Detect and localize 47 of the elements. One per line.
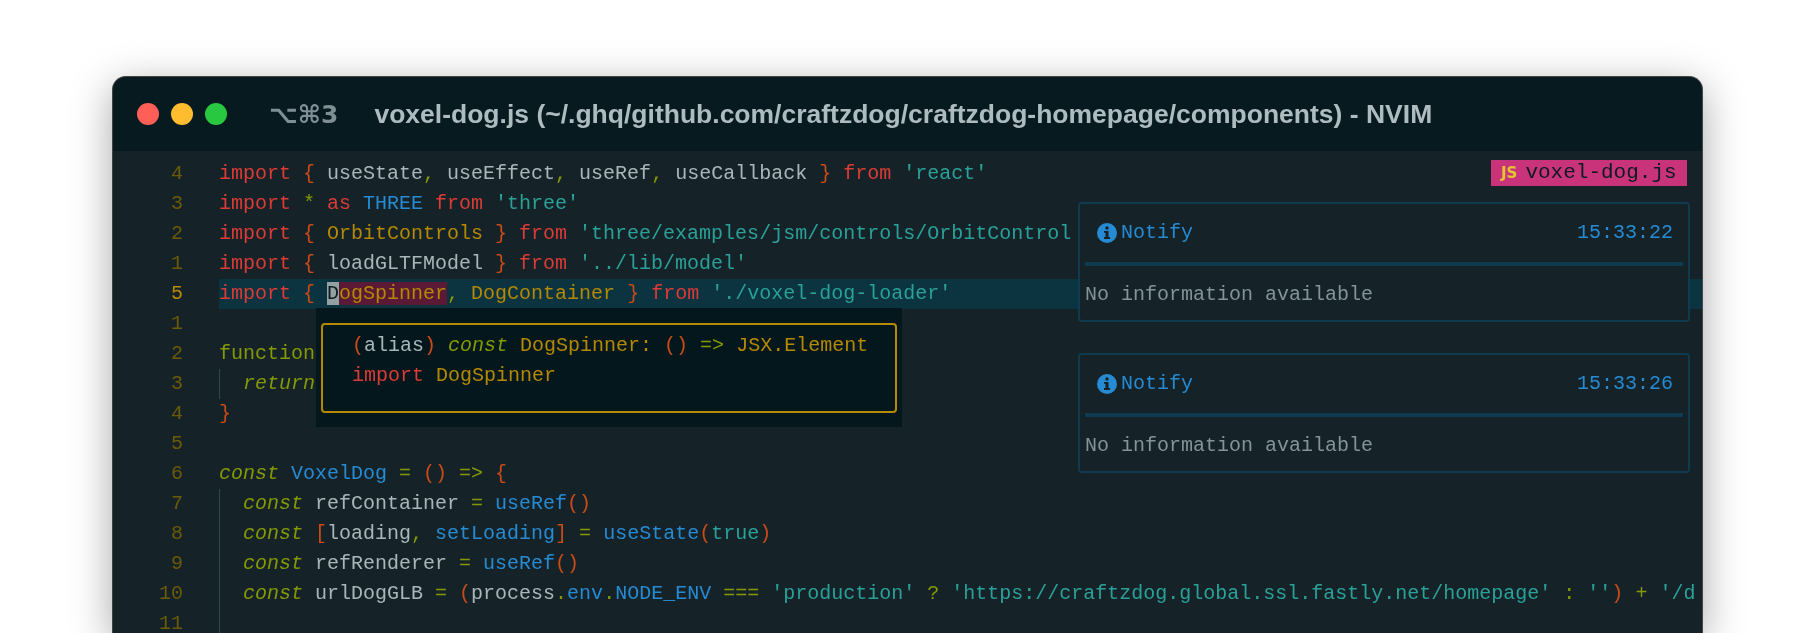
notification-title: Notify — [1121, 220, 1193, 246]
notification-time: 15:33:26 — [1577, 371, 1673, 397]
line-number: 9 — [170, 551, 183, 577]
line-number: 5 — [170, 281, 183, 307]
line-number: 3 — [170, 371, 183, 397]
code-line: const urlDogGLB = (process.env.NODE_ENV === 'production' ? 'https://craftzdog.global.ssl.fastly.net/homepage' : '') + '/d — [243, 581, 1696, 607]
code-line: const [loading, setLoading] = useState(true) — [243, 521, 772, 547]
notification-time: 15:33:22 — [1577, 220, 1673, 246]
line-number: 6 — [170, 461, 183, 487]
code-line: import * as THREE from 'three' — [219, 191, 580, 217]
code-line: const VoxelDog = () => { — [219, 461, 508, 487]
info-icon — [1097, 223, 1117, 243]
line-number: 10 — [158, 581, 183, 607]
line-number: 3 — [170, 191, 183, 217]
close-button[interactable] — [137, 103, 159, 125]
code-line: import { useState, useEffect, useRef, useCallback } from 'react' — [219, 161, 988, 187]
hover-line: import DogSpinner — [352, 363, 558, 389]
file-tab[interactable]: JS voxel-dog.js — [1491, 160, 1687, 186]
line-number: 1 — [170, 311, 183, 337]
line-number: 11 — [158, 611, 183, 633]
line-number: 5 — [170, 431, 183, 457]
notification-title: Notify — [1121, 371, 1193, 397]
line-number: 7 — [170, 491, 183, 517]
line-number: 2 — [170, 341, 183, 367]
file-type-icon: JS — [1501, 164, 1518, 182]
code-line: } — [219, 401, 231, 427]
notification-message: No information available — [1085, 282, 1375, 308]
line-number: 4 — [170, 161, 183, 187]
code-line: function — [219, 341, 315, 367]
window-shortcut: ⌥⌘3 — [269, 99, 339, 129]
line-number: 1 — [170, 251, 183, 277]
window-title: voxel-dog.js (~/.ghq/github.com/craftzdog/craftzdog-homepage/components) - NVIM — [374, 98, 1433, 130]
hover-line: (alias) const DogSpinner: () => JSX.Element — [352, 333, 870, 359]
line-number: 2 — [170, 221, 183, 247]
code-line: import { OrbitControls } from 'three/examples/jsm/controls/OrbitControl — [219, 221, 1072, 247]
notification-message: No information available — [1085, 433, 1375, 459]
minimize-button[interactable] — [171, 103, 193, 125]
line-number: 8 — [170, 521, 183, 547]
code-line: const refContainer = useRef() — [243, 491, 592, 517]
maximize-button[interactable] — [205, 103, 227, 125]
code-line: const refRenderer = useRef() — [243, 551, 580, 577]
code-line: return — [243, 371, 315, 397]
code-line: import { loadGLTFModel } from '../lib/model' — [219, 251, 748, 277]
file-name: voxel-dog.js — [1525, 160, 1677, 186]
info-icon — [1097, 374, 1117, 394]
code-line: import { DogSpinner, DogContainer } from './voxel-dog-loader' — [219, 281, 952, 307]
line-number: 4 — [170, 401, 183, 427]
